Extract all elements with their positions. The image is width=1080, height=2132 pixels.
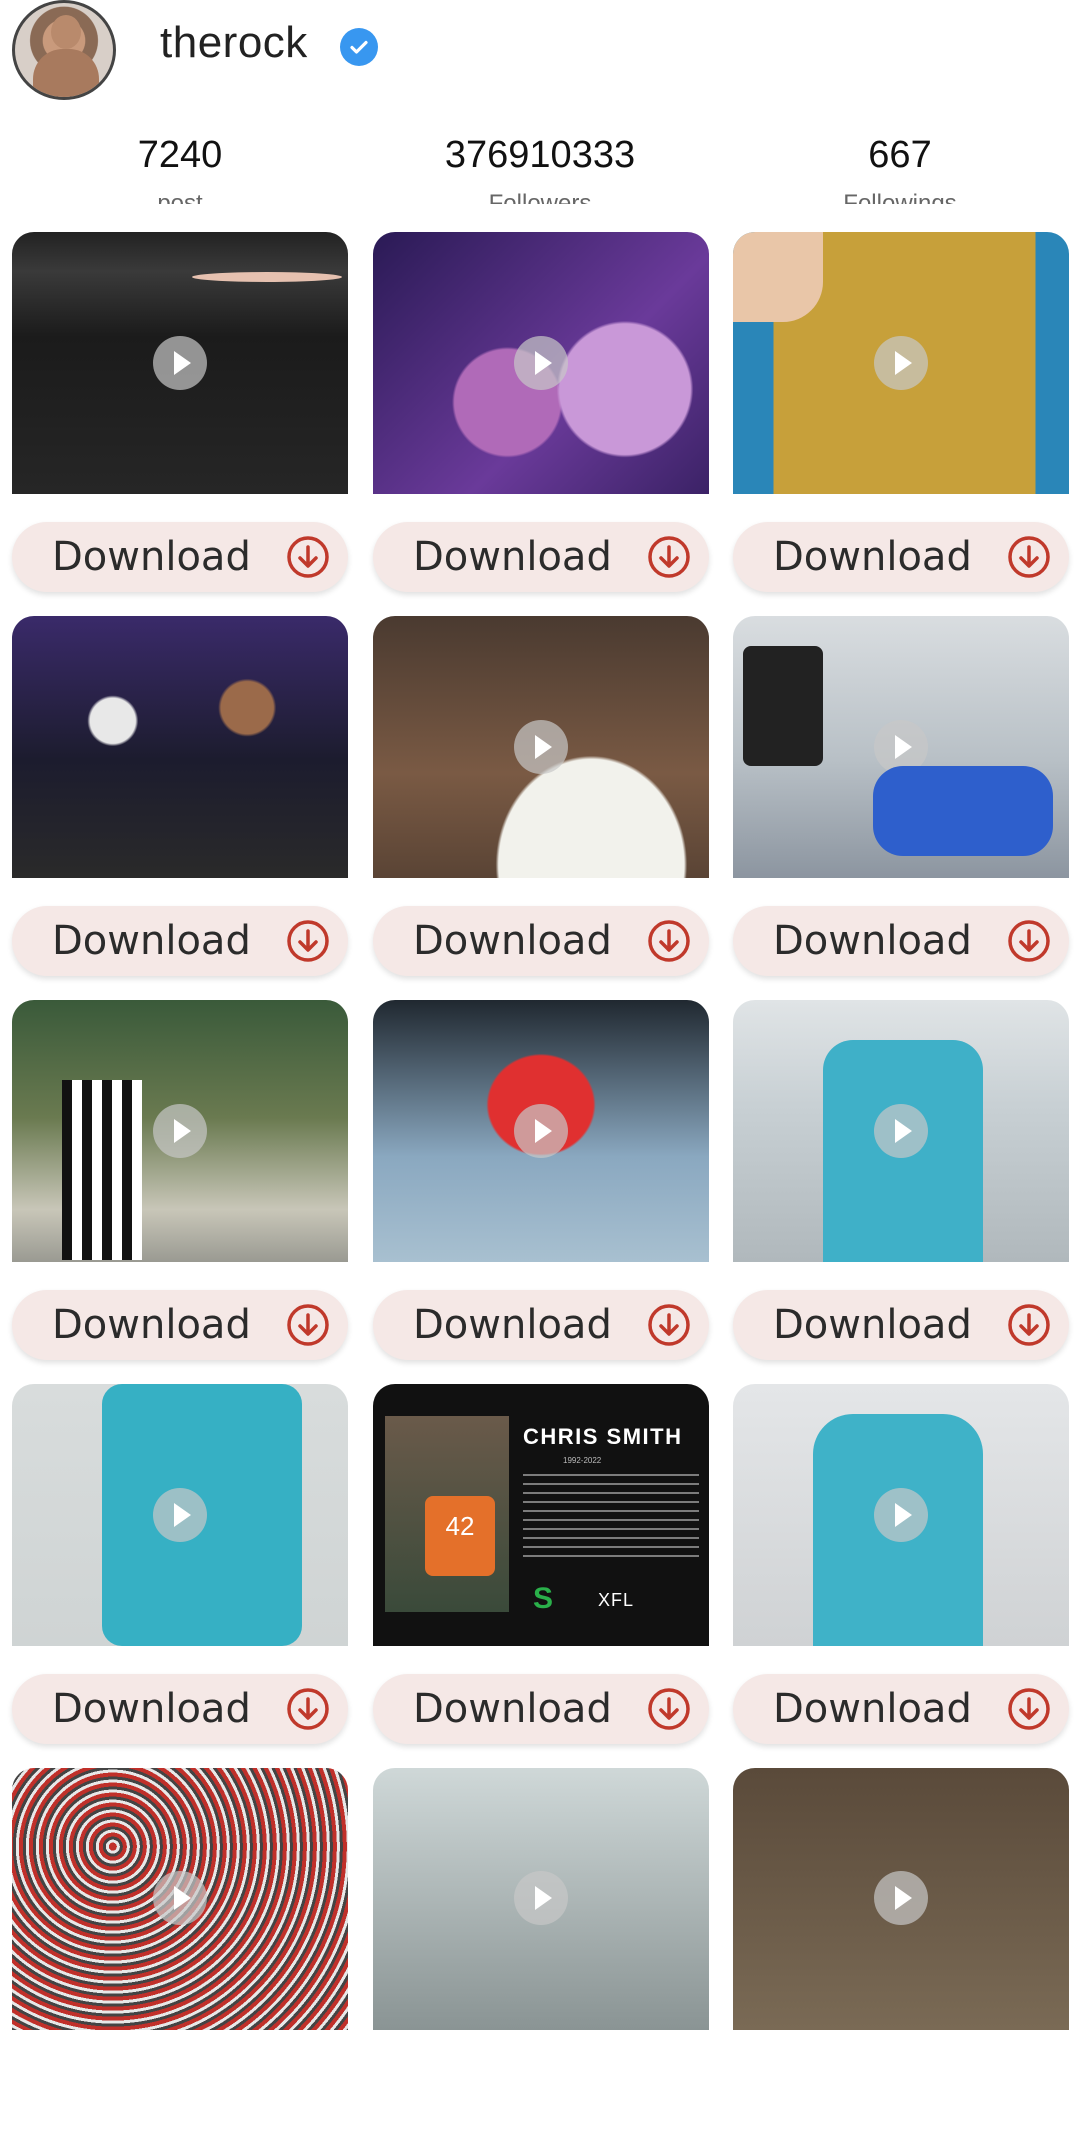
download-button[interactable]: Download <box>733 906 1069 976</box>
download-button[interactable]: Download <box>12 1674 348 1744</box>
post-thumbnail[interactable] <box>373 1000 709 1262</box>
download-circle-icon <box>648 536 690 578</box>
stat-posts: 7240 post <box>50 132 310 204</box>
username: therock <box>160 18 308 67</box>
play-icon[interactable] <box>874 720 928 774</box>
download-circle-icon <box>648 920 690 962</box>
post-card: Download <box>373 1000 709 1364</box>
post-thumbnail[interactable] <box>733 1768 1069 2030</box>
post-thumbnail[interactable] <box>12 1768 348 2030</box>
download-label: Download <box>52 918 251 964</box>
download-button[interactable]: Download <box>12 906 348 976</box>
post-card: Download <box>12 232 348 596</box>
download-label: Download <box>773 918 972 964</box>
post-card <box>12 1768 348 2132</box>
post-thumbnail[interactable] <box>12 1384 348 1646</box>
download-button[interactable]: Download <box>373 906 709 976</box>
post-thumbnail[interactable] <box>733 616 1069 878</box>
post-thumbnail[interactable] <box>373 232 709 494</box>
stat-followings-label: Followings <box>843 190 957 204</box>
download-button[interactable]: Download <box>373 1290 709 1360</box>
post-card: Download <box>373 616 709 980</box>
verified-badge-icon <box>340 28 378 66</box>
post-thumbnail[interactable] <box>12 1000 348 1262</box>
stat-followers-label: Followers <box>488 190 592 204</box>
post-thumbnail[interactable] <box>373 616 709 878</box>
league-logo: XFL <box>598 1590 635 1610</box>
tribute-title: CHRIS SMITH <box>523 1424 683 1449</box>
download-circle-icon <box>287 1688 329 1730</box>
post-card: Download <box>733 1000 1069 1364</box>
tribute-years: 1992-2022 <box>563 1456 602 1465</box>
download-label: Download <box>52 534 251 580</box>
download-label: Download <box>413 534 612 580</box>
download-circle-icon <box>648 1688 690 1730</box>
download-label: Download <box>52 1686 251 1732</box>
post-card: Download <box>733 232 1069 596</box>
post-thumbnail[interactable] <box>12 232 348 494</box>
download-button[interactable]: Download <box>733 1290 1069 1360</box>
team-logo-icon: S <box>533 1582 554 1615</box>
post-card: Download <box>12 1000 348 1364</box>
download-button[interactable]: Download <box>373 1674 709 1744</box>
download-circle-icon <box>287 920 329 962</box>
download-circle-icon <box>1008 920 1050 962</box>
tribute-text <box>523 1474 699 1564</box>
play-icon[interactable] <box>874 1488 928 1542</box>
download-label: Download <box>52 1302 251 1348</box>
stat-followings: 667 Followings <box>770 132 1030 204</box>
play-icon[interactable] <box>153 336 207 390</box>
download-label: Download <box>773 534 972 580</box>
post-card: Download <box>12 616 348 980</box>
download-circle-icon <box>1008 1304 1050 1346</box>
post-thumbnail[interactable] <box>733 232 1069 494</box>
download-button[interactable]: Download <box>373 522 709 592</box>
play-icon[interactable] <box>153 1488 207 1542</box>
download-button[interactable]: Download <box>733 522 1069 592</box>
stat-followers-value: 376910333 <box>444 134 636 176</box>
post-card: Download <box>733 616 1069 980</box>
post-card: Download <box>12 1384 348 1748</box>
post-card: 42 CHRIS SMITH 1992-2022 S XFL Download <box>373 1384 709 1748</box>
post-thumbnail[interactable] <box>733 1000 1069 1262</box>
stat-posts-value: 7240 <box>137 134 223 176</box>
download-label: Download <box>413 1686 612 1732</box>
play-icon[interactable] <box>514 336 568 390</box>
player-photo: 42 <box>385 1416 509 1612</box>
play-icon[interactable] <box>514 1104 568 1158</box>
post-thumbnail[interactable] <box>373 1768 709 2030</box>
post-thumbnail[interactable] <box>733 1384 1069 1646</box>
play-icon[interactable] <box>514 1871 568 1925</box>
download-circle-icon <box>1008 1688 1050 1730</box>
post-card: Download <box>733 1384 1069 1748</box>
download-label: Download <box>773 1686 972 1732</box>
download-button[interactable]: Download <box>12 522 348 592</box>
play-icon[interactable] <box>874 1871 928 1925</box>
download-button[interactable]: Download <box>12 1290 348 1360</box>
jersey-number: 42 <box>425 1496 495 1576</box>
post-card <box>733 1768 1069 2132</box>
stat-followers: 376910333 Followers <box>410 132 670 204</box>
avatar[interactable] <box>12 0 116 100</box>
play-icon[interactable] <box>153 1104 207 1158</box>
download-label: Download <box>413 1302 612 1348</box>
post-card: Download <box>373 232 709 596</box>
download-circle-icon <box>648 1304 690 1346</box>
stat-followings-value: 667 <box>868 134 932 176</box>
post-thumbnail[interactable] <box>12 616 348 878</box>
play-icon[interactable] <box>514 720 568 774</box>
download-button[interactable]: Download <box>733 1674 1069 1744</box>
download-circle-icon <box>287 1304 329 1346</box>
post-thumbnail[interactable]: 42 CHRIS SMITH 1992-2022 S XFL <box>373 1384 709 1646</box>
download-label: Download <box>773 1302 972 1348</box>
download-circle-icon <box>1008 536 1050 578</box>
play-icon[interactable] <box>153 1871 207 1925</box>
download-circle-icon <box>287 536 329 578</box>
stat-posts-label: post <box>157 190 203 204</box>
play-icon[interactable] <box>874 1104 928 1158</box>
play-icon[interactable] <box>874 336 928 390</box>
profile-header: therock 7240 post 376910333 Followers 66… <box>0 0 1080 230</box>
download-label: Download <box>413 918 612 964</box>
post-card <box>373 1768 709 2132</box>
